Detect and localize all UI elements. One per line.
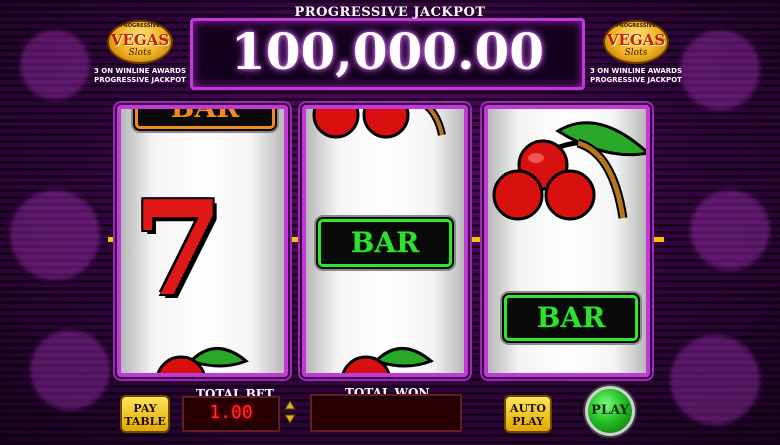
logo-jackpot-text: PROGRESSIVE JACKPOT — [94, 76, 186, 84]
bar-label: BAR — [536, 301, 606, 334]
background-bubble — [10, 190, 100, 280]
vegas-slots-logo-left: PROGRESSIVE VEGAS Slots 3 ON WINLINE AWA… — [80, 20, 200, 85]
total-won-display — [310, 394, 462, 432]
logo-jackpot-text: PROGRESSIVE JACKPOT — [590, 76, 682, 84]
bar-label: BAR — [170, 105, 240, 124]
reel-2: BAR — [302, 105, 468, 377]
logo-title: VEGAS — [110, 31, 170, 49]
bet-decrease-icon[interactable] — [284, 414, 296, 424]
auto-play-button[interactable]: AUTO PLAY — [504, 395, 552, 433]
logo-badge: PROGRESSIVE VEGAS Slots — [603, 20, 669, 64]
bar-label: BAR — [350, 226, 420, 259]
bet-increase-icon[interactable] — [284, 400, 296, 410]
cherries-symbol — [156, 347, 249, 373]
total-bet-value: 1.00 — [209, 402, 253, 423]
logo-top-text: PROGRESSIVE — [120, 23, 160, 29]
pay-table-button[interactable]: PAY TABLE — [120, 395, 170, 433]
bar-symbol-orange: BAR — [135, 105, 275, 129]
logo-title: VEGAS — [606, 31, 666, 49]
reel-3: BAR — [484, 105, 650, 377]
jackpot-amount: 100,000.00 — [230, 22, 545, 81]
logo-top-text: PROGRESSIVE — [616, 23, 656, 29]
logo-award-text: 3 ON WINLINE AWARDS — [589, 67, 683, 75]
play-button[interactable]: PLAY — [585, 386, 635, 436]
logo-subtitle: Slots — [128, 48, 152, 58]
cherries-symbol — [341, 347, 434, 373]
payline-marker — [650, 237, 664, 242]
reel-1: BAR 7 — [117, 105, 288, 377]
payline-marker — [288, 237, 302, 242]
logo-subtitle: Slots — [624, 48, 648, 58]
vegas-slots-logo-right: PROGRESSIVE VEGAS Slots 3 ON WINLINE AWA… — [576, 20, 696, 85]
payline-marker — [469, 237, 483, 242]
bar-symbol-green: BAR — [318, 219, 452, 267]
cherries-symbol — [492, 121, 646, 221]
seven-symbol: 7 — [133, 172, 224, 325]
logo-badge: PROGRESSIVE VEGAS Slots — [107, 20, 173, 64]
background-bubble — [670, 335, 760, 425]
jackpot-label: PROGRESSIVE JACKPOT — [294, 5, 486, 20]
background-bubble — [30, 330, 110, 410]
bar-symbol-green: BAR — [504, 295, 638, 341]
background-bubble — [690, 190, 770, 270]
cherries-symbol — [312, 109, 446, 139]
logo-award-text: 3 ON WINLINE AWARDS — [93, 67, 187, 75]
